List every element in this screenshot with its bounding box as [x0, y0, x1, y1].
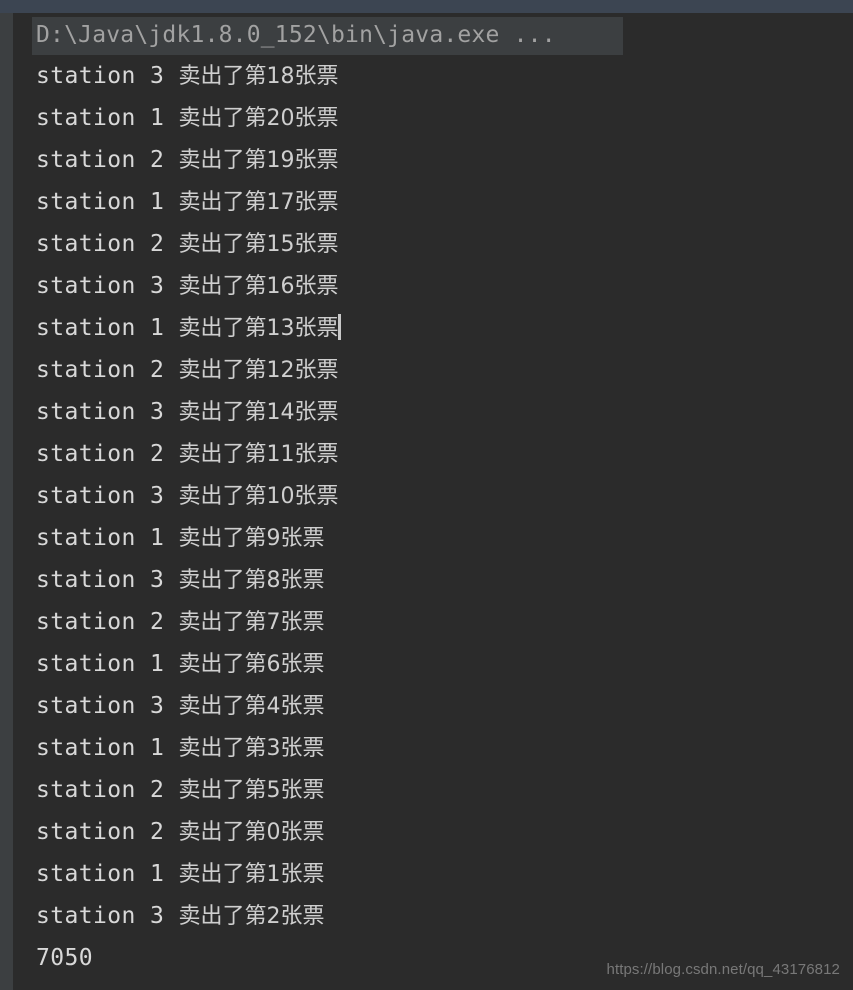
console-line: station 1 卖出了第20张票: [13, 97, 853, 139]
console-line-cjk: 卖出了第17张票: [178, 190, 339, 215]
console-line-ascii: station 3: [36, 567, 179, 593]
console-line-ascii: station 2: [36, 819, 179, 845]
console-line: station 1 卖出了第6张票: [13, 643, 853, 685]
console-line-ascii: station 3: [36, 63, 179, 89]
console-line-ascii: station 1: [36, 189, 179, 215]
console-line-cjk: 卖出了第16张票: [178, 274, 339, 299]
console-line-cjk: 卖出了第19张票: [178, 148, 339, 173]
console-line-ascii: station 2: [36, 609, 179, 635]
console-line-ascii: station 3: [36, 483, 179, 509]
console-line: station 3 卖出了第8张票: [13, 559, 853, 601]
console-line: station 3 卖出了第4张票: [13, 685, 853, 727]
console-command-text: D:\Java\jdk1.8.0_152\bin\java.exe ...: [32, 17, 623, 55]
console-line: station 1 卖出了第17张票: [13, 181, 853, 223]
console-line-ascii: station 2: [36, 231, 179, 257]
console-line-ascii: station 1: [36, 651, 179, 677]
console-line-cjk: 卖出了第8张票: [178, 568, 325, 593]
console-line-cjk: 卖出了第10张票: [178, 484, 339, 509]
console-line-ascii: station 2: [36, 147, 179, 173]
console-line-cjk: 卖出了第2张票: [178, 904, 325, 929]
console-line-cjk: 卖出了第7张票: [178, 610, 325, 635]
console-line-list: station 3 卖出了第18张票 station 1 卖出了第20张票 stat…: [13, 55, 853, 979]
console-output[interactable]: D:\Java\jdk1.8.0_152\bin\java.exe ... st…: [13, 13, 853, 990]
console-line: station 3 卖出了第2张票: [13, 895, 853, 937]
console-line: station 3 卖出了第16张票: [13, 265, 853, 307]
console-line: station 2 卖出了第0张票: [13, 811, 853, 853]
console-line-ascii: station 1: [36, 735, 179, 761]
console-line: station 3 卖出了第18张票: [13, 55, 853, 97]
console-line: station 2 卖出了第12张票: [13, 349, 853, 391]
console-line-ascii: station 3: [36, 903, 179, 929]
console-line: station 2 卖出了第19张票: [13, 139, 853, 181]
text-caret: [338, 314, 342, 340]
console-line-cjk: 卖出了第20张票: [178, 106, 339, 131]
console-line-cjk: 卖出了第0张票: [178, 820, 325, 845]
console-line-ascii: 7050: [36, 945, 93, 971]
console-line-ascii: station 3: [36, 399, 179, 425]
console-line-cjk: 卖出了第15张票: [178, 232, 339, 257]
console-line-cjk: 卖出了第12张票: [178, 358, 339, 383]
console-line-ascii: station 1: [36, 315, 179, 341]
watermark-url: https://blog.csdn.net/qq_43176812: [606, 961, 840, 978]
console-line: station 3 卖出了第10张票: [13, 475, 853, 517]
console-line: station 1 卖出了第3张票: [13, 727, 853, 769]
console-line-ascii: station 1: [36, 105, 179, 131]
console-line: station 2 卖出了第5张票: [13, 769, 853, 811]
console-line: station 1 卖出了第9张票: [13, 517, 853, 559]
console-line-cjk: 卖出了第6张票: [178, 652, 325, 677]
console-panel[interactable]: D:\Java\jdk1.8.0_152\bin\java.exe ... st…: [0, 13, 853, 990]
console-line: station 2 卖出了第15张票: [13, 223, 853, 265]
console-line: station 3 卖出了第14张票: [13, 391, 853, 433]
console-line-cjk: 卖出了第18张票: [178, 64, 339, 89]
console-line-ascii: station 2: [36, 777, 179, 803]
console-line: station 2 卖出了第11张票: [13, 433, 853, 475]
console-line: station 1 卖出了第1张票: [13, 853, 853, 895]
console-line-ascii: station 3: [36, 693, 179, 719]
console-line-cjk: 卖出了第13张票: [178, 316, 339, 341]
console-line: station 2 卖出了第7张票: [13, 601, 853, 643]
console-line-ascii: station 2: [36, 441, 179, 467]
console-line-ascii: station 1: [36, 861, 179, 887]
console-line-cjk: 卖出了第5张票: [178, 778, 325, 803]
console-command-row: D:\Java\jdk1.8.0_152\bin\java.exe ...: [13, 13, 853, 55]
console-line-cjk: 卖出了第11张票: [178, 442, 339, 467]
console-gutter: [0, 13, 13, 990]
console-line-cjk: 卖出了第9张票: [178, 526, 325, 551]
console-line-ascii: station 2: [36, 357, 179, 383]
console-line-cjk: 卖出了第1张票: [178, 862, 325, 887]
console-line: station 1 卖出了第13张票: [13, 307, 853, 349]
console-line-cjk: 卖出了第14张票: [178, 400, 339, 425]
console-line-ascii: station 1: [36, 525, 179, 551]
console-line-cjk: 卖出了第4张票: [178, 694, 325, 719]
console-line-cjk: 卖出了第3张票: [178, 736, 325, 761]
console-line-ascii: station 3: [36, 273, 179, 299]
